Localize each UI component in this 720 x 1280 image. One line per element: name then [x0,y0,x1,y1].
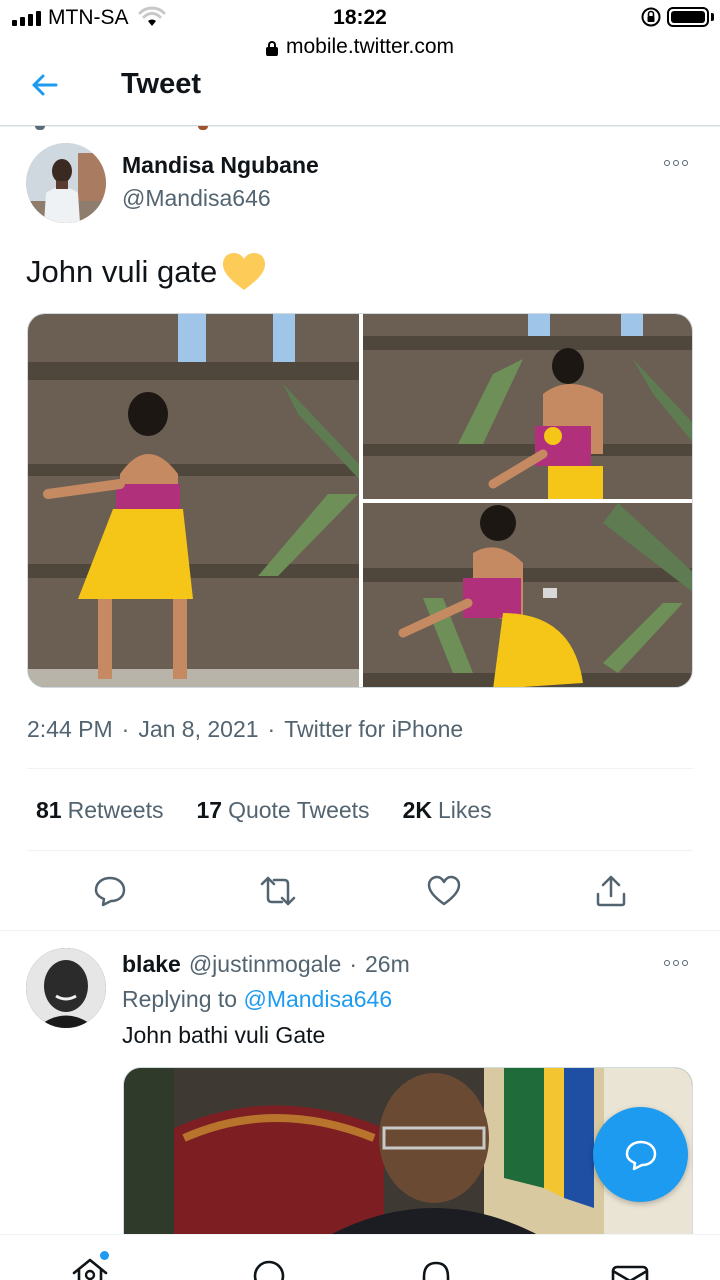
tweet-photo-3[interactable] [363,503,692,687]
nav-search[interactable] [249,1257,289,1280]
share-button[interactable] [594,874,628,908]
tweet-text-content: John vuli gate [26,254,218,289]
padlock-icon [265,41,278,56]
arrow-left-icon [32,74,58,96]
rotation-lock-icon [641,7,661,27]
back-button[interactable] [30,70,70,100]
reply-author-name[interactable]: blake [122,951,181,978]
clock: 18:22 [333,6,387,29]
compose-button[interactable] [593,1107,688,1202]
share-icon [596,875,626,907]
tweet-photo-2[interactable] [363,314,692,499]
tweet-stats: 81 Retweets 17 Quote Tweets 2K Likes [36,797,525,824]
reply-age: 26m [364,951,410,977]
messages-icon [611,1265,649,1280]
more-options-button[interactable] [664,160,688,166]
new-content-indicator [100,1251,109,1260]
avatar[interactable] [26,948,106,1028]
retweet-button[interactable] [260,874,296,908]
url-text: mobile.twitter.com [285,35,455,58]
tweet-media-grid[interactable] [27,313,693,688]
notifications-icon [422,1261,450,1280]
retweets-stat[interactable]: 81 Retweets [36,797,163,824]
divider [0,930,720,931]
nav-messages[interactable] [610,1257,650,1280]
quote-tweets-stat[interactable]: 17 Quote Tweets [196,797,369,824]
page-title: Tweet [121,68,202,100]
page-header: Tweet [0,68,720,126]
tweet-date: Jan 8, 2021 [138,716,259,742]
yellow-heart-emoji-icon [223,253,266,290]
reply-header: blake @justinmogale · 26m [122,951,410,978]
tweet-time: 2:44 PM [27,716,113,742]
like-icon [427,875,461,906]
reply-author-handle[interactable]: @justinmogale [189,951,341,978]
home-icon [72,1258,108,1280]
author-name[interactable]: Mandisa Ngubane [122,152,319,179]
compose-reply-icon [625,1140,656,1170]
tweet-text: John vuli gate [26,252,267,292]
replying-to: Replying to @Mandisa646 [122,986,393,1012]
tweet-photo-1[interactable] [28,314,359,687]
divider [27,850,693,851]
reply-button[interactable] [93,874,127,908]
divider [27,768,693,769]
tweet-actions [0,874,720,908]
search-icon [253,1260,285,1280]
replying-to-handle[interactable]: @Mandisa646 [243,986,392,1012]
reply-text: John bathi vuli Gate [122,1022,326,1048]
likes-stat[interactable]: 2K Likes [403,797,492,824]
battery-icon [667,7,709,27]
nav-home[interactable] [70,1257,110,1280]
status-bar: MTN-SA 18:22 [0,0,720,36]
avatar[interactable] [26,143,106,223]
author-handle[interactable]: @Mandisa646 [122,185,271,212]
retweet-icon [260,876,296,906]
address-bar[interactable]: mobile.twitter.com [0,34,720,60]
like-button[interactable] [427,874,461,908]
tweet-timestamp[interactable]: 2:44 PM · Jan 8, 2021 · Twitter for iPho… [27,716,463,743]
tweet-source[interactable]: Twitter for iPhone [284,716,463,743]
bottom-navigation [0,1234,720,1280]
more-options-button[interactable] [664,960,688,966]
nav-notifications[interactable] [416,1257,456,1280]
reply-icon [94,876,126,907]
